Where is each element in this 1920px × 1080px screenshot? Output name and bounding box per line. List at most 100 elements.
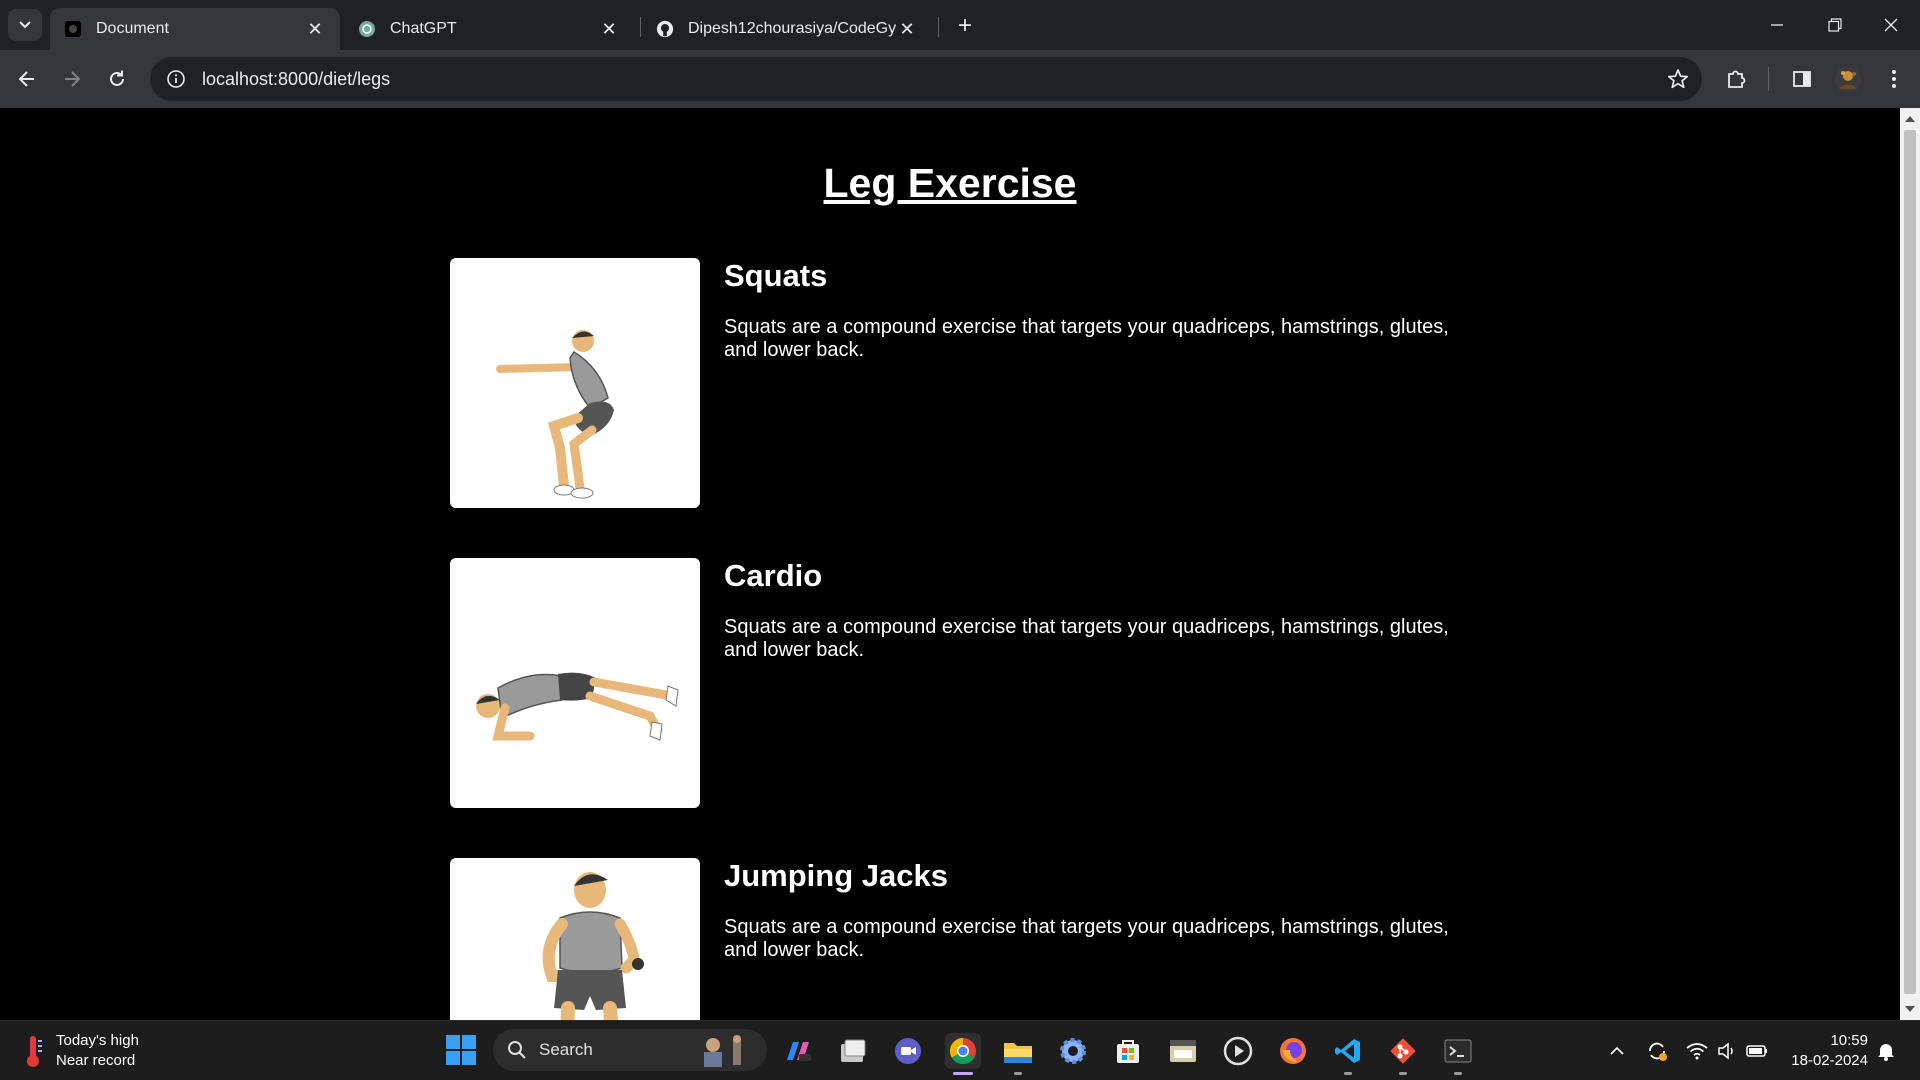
close-tab-icon[interactable]: ✕ (304, 18, 326, 40)
puzzle-icon (1728, 70, 1746, 88)
video-call-icon (895, 1038, 921, 1064)
search-icon (508, 1041, 526, 1059)
bookmark-star-icon[interactable] (1666, 67, 1690, 91)
volume-button[interactable] (1715, 1039, 1739, 1063)
taskbar-terminal[interactable] (1440, 1033, 1476, 1075)
firefox-icon (1280, 1038, 1306, 1064)
arrow-right-icon (65, 71, 81, 87)
taskbar-copilot[interactable] (780, 1033, 816, 1069)
clock-date: 18-02-2024 (1791, 1052, 1868, 1069)
tab-chatgpt[interactable]: ChatGPT ✕ (344, 8, 634, 50)
profile-avatar[interactable] (1832, 63, 1864, 95)
tab-separator (640, 17, 641, 37)
git-icon (1390, 1038, 1416, 1064)
wifi-icon (1686, 1043, 1708, 1060)
chevron-down-icon (19, 21, 31, 29)
url-text[interactable]: localhost:8000/diet/legs (202, 69, 390, 90)
taskbar-vscode[interactable] (1330, 1033, 1366, 1075)
weather-title: Today's high (56, 1032, 139, 1049)
page-title: Leg Exercise (823, 160, 1077, 206)
exercise-name: Jumping Jacks (724, 858, 948, 893)
exercise-card: Jumping Jacks Squats are a compound exer… (450, 858, 1460, 1020)
running-indicator (1014, 1072, 1022, 1075)
chevron-up-icon (1610, 1046, 1624, 1055)
search-highlight-icon (704, 1035, 741, 1067)
scroll-down-arrow-icon[interactable] (1905, 1006, 1915, 1012)
taskbar-settings[interactable] (1055, 1033, 1091, 1069)
close-window-button[interactable] (1862, 0, 1920, 50)
speaker-icon (1718, 1042, 1733, 1060)
bell-icon (1878, 1044, 1894, 1061)
exercise-description: Squats are a compound exercise that targ… (724, 616, 1449, 661)
search-label: Search (539, 1040, 593, 1059)
toolbar-divider (1768, 67, 1769, 91)
wifi-button[interactable] (1685, 1039, 1709, 1063)
taskbar-file-explorer[interactable] (1000, 1033, 1036, 1075)
taskbar-firefox[interactable] (1275, 1033, 1311, 1069)
tab-document[interactable]: Document ✕ (50, 8, 340, 50)
chatgpt-icon (358, 20, 376, 38)
taskbar-git[interactable] (1385, 1033, 1421, 1075)
sync-status-button[interactable] (1645, 1039, 1669, 1063)
restore-button[interactable] (1806, 0, 1864, 50)
scroll-up-arrow-icon[interactable] (1905, 116, 1915, 122)
chrome-icon (949, 1037, 976, 1065)
show-hidden-icons-button[interactable] (1605, 1039, 1629, 1063)
active-indicator (953, 1072, 973, 1075)
taskbar-app-launcher[interactable] (1165, 1033, 1201, 1069)
site-info-icon[interactable] (154, 57, 198, 101)
exercise-description: Squats are a compound exercise that targ… (724, 916, 1449, 961)
side-panel-icon (1793, 71, 1811, 87)
tab-strip: Document ✕ ChatGPT ✕ Dipesh12chourasiya/… (0, 0, 1920, 50)
side-panel-button[interactable] (1786, 63, 1818, 95)
new-tab-button[interactable]: + (950, 11, 980, 41)
taskbar-chrome[interactable] (945, 1033, 981, 1075)
close-tab-icon[interactable]: ✕ (598, 18, 620, 40)
battery-button[interactable] (1745, 1039, 1769, 1063)
weather-widget[interactable]: Today's high Near record (22, 1031, 139, 1071)
gear-icon (1060, 1038, 1086, 1064)
page-scrollbar[interactable] (1900, 108, 1920, 1020)
minimize-button[interactable] (1748, 0, 1806, 50)
system-clock[interactable]: 10:59 18-02-2024 (1782, 1031, 1868, 1071)
close-tab-icon[interactable]: ✕ (896, 18, 918, 40)
start-button[interactable] (446, 1035, 476, 1065)
browser-menu-button[interactable] (1878, 63, 1910, 95)
extensions-button[interactable] (1720, 63, 1752, 95)
folder-icon (1004, 1043, 1032, 1063)
reload-button[interactable] (99, 61, 135, 97)
scrollbar-thumb[interactable] (1904, 130, 1916, 994)
back-button[interactable] (9, 61, 45, 97)
jumping-jacks-image (450, 858, 700, 1020)
forward-button[interactable] (54, 61, 90, 97)
notifications-button[interactable] (1874, 1039, 1898, 1063)
arrow-left-icon (18, 71, 34, 87)
tab-search-button[interactable] (8, 9, 42, 41)
tab-title: ChatGPT (390, 20, 457, 37)
more-vertical-icon (1892, 70, 1896, 88)
windows-logo-icon (446, 1035, 460, 1049)
plus-icon: + (957, 12, 972, 39)
battery-icon (1746, 1045, 1767, 1057)
sync-icon (1649, 1042, 1667, 1061)
task-view-icon (841, 1039, 866, 1062)
taskbar-teams[interactable] (890, 1033, 926, 1069)
address-bar[interactable]: localhost:8000/diet/legs (150, 57, 1702, 101)
running-indicator (1454, 1072, 1462, 1075)
taskbar-store[interactable] (1110, 1033, 1146, 1069)
running-indicator (1344, 1072, 1352, 1075)
clock-time: 10:59 (1830, 1032, 1868, 1049)
tab-title: Dipesh12chourasiya/CodeGym (688, 20, 896, 37)
minimize-icon (1771, 24, 1783, 26)
taskbar-media-player[interactable] (1220, 1033, 1256, 1069)
thermometer-icon (27, 1036, 42, 1067)
tab-title: Document (96, 20, 169, 37)
app-window-icon (1170, 1040, 1196, 1062)
restore-icon (1828, 18, 1842, 32)
avatar-icon (1835, 66, 1861, 92)
taskbar-task-view[interactable] (835, 1033, 871, 1069)
taskbar-search[interactable]: Search (493, 1029, 767, 1071)
exercise-card: Squats Squats are a compound exercise th… (450, 258, 1460, 508)
tab-github[interactable]: Dipesh12chourasiya/CodeGym ✕ (642, 8, 932, 50)
github-icon (656, 20, 674, 38)
